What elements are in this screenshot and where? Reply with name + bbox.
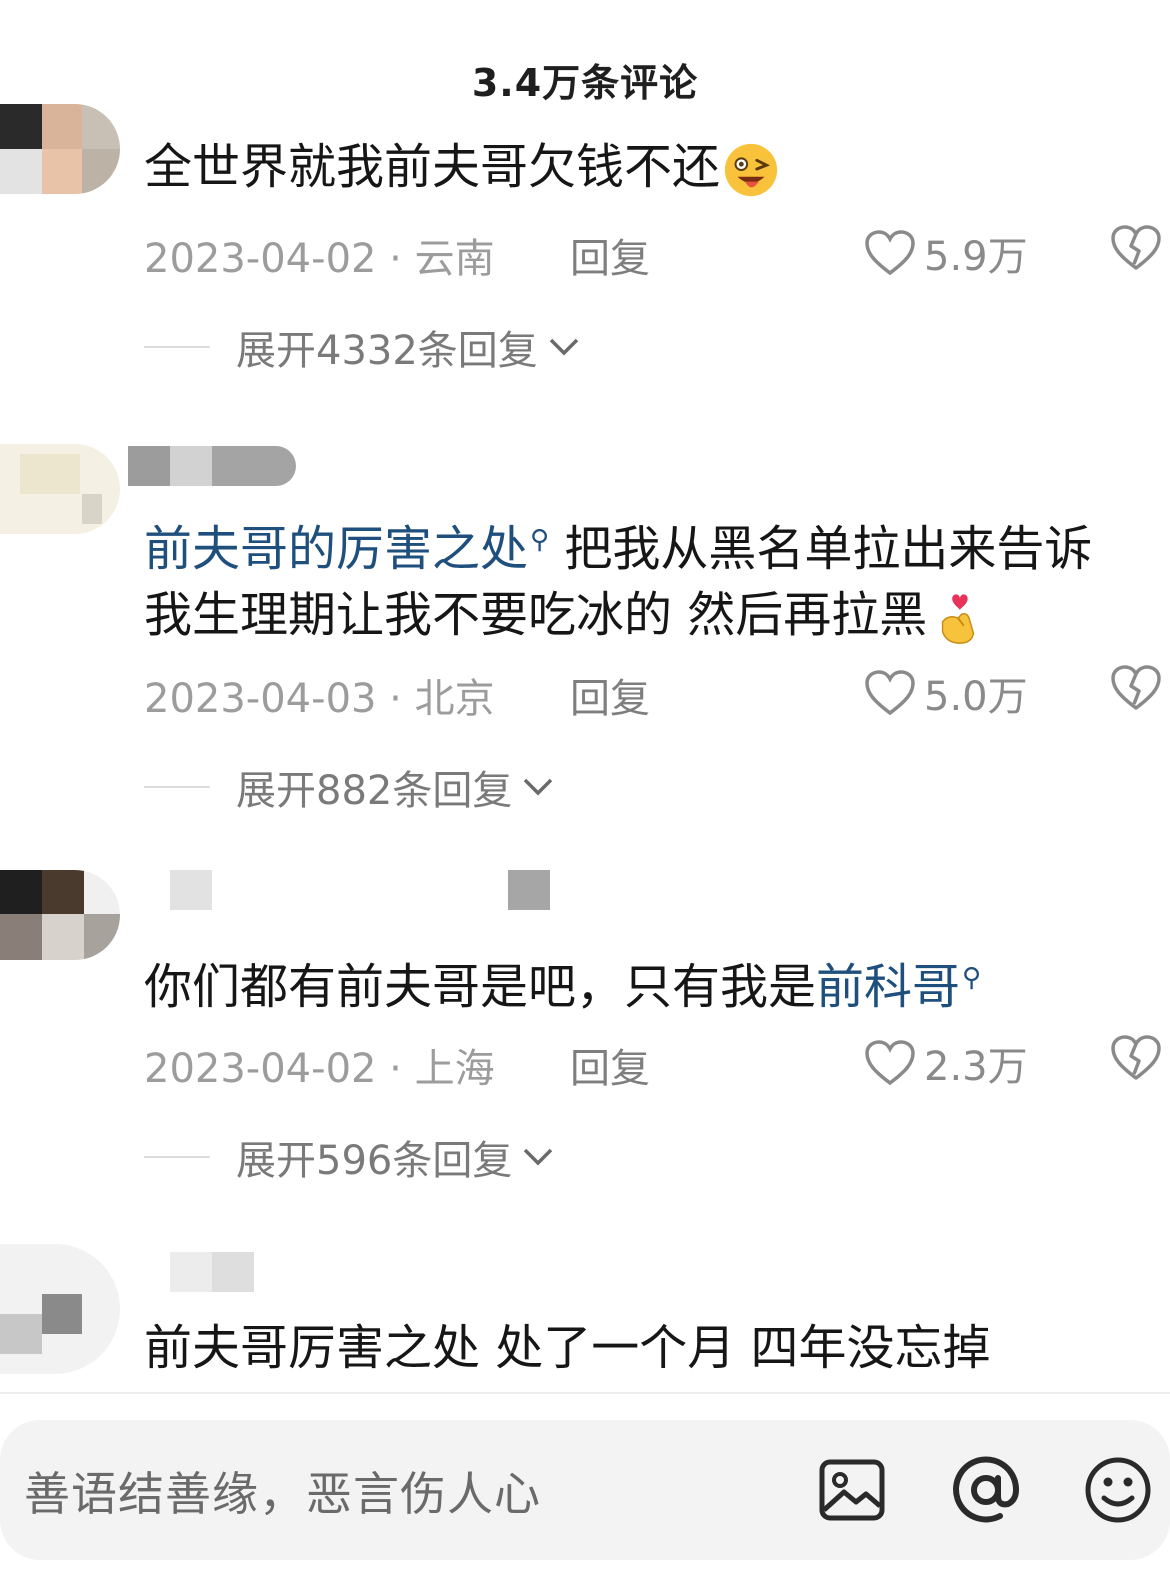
reply-button[interactable]: 回复 [570,1036,650,1094]
comment-date-location: 2023-04-03 · 北京 [144,676,495,722]
heart-icon [865,230,915,276]
search-link[interactable]: 前夫哥的厉害之处 [144,521,528,577]
expand-replies-label: 展开882条回复 [236,768,513,814]
at-icon[interactable] [950,1454,1022,1526]
winking-tongue-emoji [724,143,778,197]
avatar[interactable] [0,1244,120,1374]
divider-line [144,1156,210,1158]
comment-body: 把我从黑名单拉出来告诉 [564,521,1093,577]
divider-line [144,786,210,788]
comment-text: 前夫哥厉害之处 处了一个月 四年没忘掉 [144,1315,1154,1381]
expand-replies-label: 展开4332条回复 [236,328,538,374]
comment-input[interactable]: 善语结善缘，恶言伤人心 [24,1458,541,1524]
comment-text: 全世界就我前夫哥欠钱不还 [144,134,1154,200]
avatar[interactable] [0,444,120,534]
heart-icon [865,1040,915,1086]
comment-text: 你们都有前夫哥是吧，只有我是前科哥⚲ [144,945,1154,1020]
dislike-icon[interactable] [1110,664,1162,712]
like-count: 5.0万 [924,674,1028,720]
search-icon[interactable]: ⚲ [530,525,549,555]
comment-body: 你们都有前夫哥是吧，只有我是 [144,959,817,1015]
like-count: 2.3万 [924,1044,1028,1090]
like-count: 5.9万 [924,234,1028,280]
avatar[interactable] [0,104,120,194]
like-button[interactable]: 5.9万 [864,224,1028,282]
expand-replies[interactable]: 展开882条回复 [144,762,554,814]
expand-replies[interactable]: 展开596条回复 [144,1132,554,1184]
comment-date-location: 2023-04-02 · 上海 [144,1046,495,1092]
comment-body: 前夫哥厉害之处 处了一个月 四年没忘掉 [144,1320,991,1376]
search-icon[interactable]: ⚲ [962,963,981,993]
comment-meta: 2023-04-02 · 云南 回复 5.9万 [144,224,1170,282]
page-title: 3.4万条评论 [471,61,699,105]
like-button[interactable]: 2.3万 [864,1034,1028,1092]
reply-button[interactable]: 回复 [570,666,650,724]
search-link[interactable]: 前科哥 [816,959,960,1015]
expand-replies-label: 展开596条回复 [236,1138,513,1184]
finger-heart-emoji [942,594,975,644]
comment-body: 全世界就我前夫哥欠钱不还 [144,139,721,195]
dislike-icon[interactable] [1110,224,1162,272]
image-icon[interactable] [816,1454,888,1526]
chevron-down-icon [524,1148,553,1166]
comment-meta: 2023-04-02 · 上海 回复 2.3万 [144,1034,1170,1092]
comment-meta: 2023-04-03 · 北京 回复 5.0万 [144,664,1170,722]
avatar[interactable] [0,870,120,960]
reply-button[interactable]: 回复 [570,226,650,284]
expand-replies[interactable]: 展开4332条回复 [144,322,580,374]
like-button[interactable]: 5.0万 [864,664,1028,722]
comment-date-location: 2023-04-02 · 云南 [144,236,495,282]
emoji-icon[interactable] [1082,1454,1154,1526]
comment-body: 我生理期让我不要吃冰的 然后再拉黑 [144,587,928,643]
dislike-icon[interactable] [1110,1034,1162,1082]
comment-text: 前夫哥的厉害之处⚲ 把我从黑名单拉出来告诉 我生理期让我不要吃冰的 然后再拉黑 [144,507,1154,648]
chevron-down-icon [549,338,579,356]
chevron-down-icon [524,778,553,796]
comment-input-bar[interactable]: 善语结善缘，恶言伤人心 [0,1420,1170,1560]
divider-line [144,346,210,348]
divider [0,1392,1170,1394]
heart-icon [865,670,915,716]
